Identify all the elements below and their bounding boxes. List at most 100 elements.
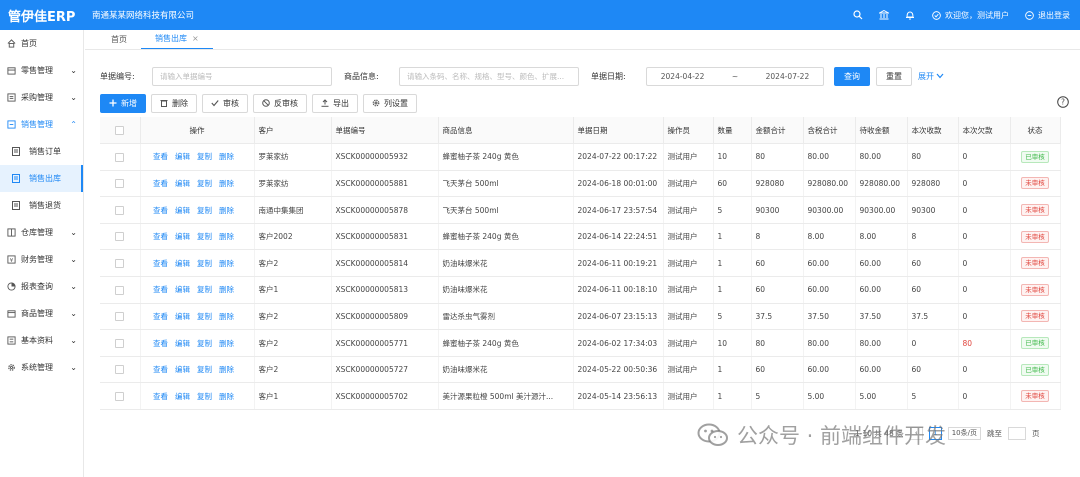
row-op-view-link[interactable]: 查看 <box>153 259 168 268</box>
row-op-copy-link[interactable]: 复制 <box>197 259 212 268</box>
row-op-copy-link[interactable]: 复制 <box>197 365 212 374</box>
column-header[interactable]: 操作员 <box>663 117 714 145</box>
audit-button[interactable]: 审核 <box>202 94 248 113</box>
row-op-copy-link[interactable]: 复制 <box>197 232 212 241</box>
delete-button[interactable]: 删除 <box>151 94 197 113</box>
row-op-edit-link[interactable]: 编辑 <box>175 259 190 268</box>
doc-no-input[interactable]: 请输入单据编号 <box>152 66 332 86</box>
sidebar-subitem-sales-return[interactable]: 销售退货 <box>0 192 83 219</box>
row-op-delete-link[interactable]: 删除 <box>219 206 234 215</box>
query-button[interactable]: 查询 <box>834 66 870 86</box>
row-op-edit-link[interactable]: 编辑 <box>175 206 190 215</box>
row-checkbox[interactable] <box>100 223 141 251</box>
row-checkbox[interactable] <box>100 196 141 224</box>
row-op-view-link[interactable]: 查看 <box>153 312 168 321</box>
sidebar-item-sales[interactable]: 销售管理 ⌃ <box>0 111 83 138</box>
row-op-view-link[interactable]: 查看 <box>153 285 168 294</box>
goto-input[interactable] <box>1007 426 1026 440</box>
row-op-delete-link[interactable]: 删除 <box>219 285 234 294</box>
row-op-view-link[interactable]: 查看 <box>153 206 168 215</box>
row-op-copy-link[interactable]: 复制 <box>197 339 212 348</box>
date-range-picker[interactable]: 2024-04-22 ~ 2024-07-22 <box>646 66 824 86</box>
logout-button[interactable]: 退出登录 <box>1023 9 1070 21</box>
row-op-view-link[interactable]: 查看 <box>153 232 168 241</box>
row-op-edit-link[interactable]: 编辑 <box>175 392 190 401</box>
bank-icon[interactable] <box>878 9 890 21</box>
tab-sales-outbound[interactable]: 销售出库 × <box>141 29 213 49</box>
export-button[interactable]: 导出 <box>312 94 358 113</box>
sidebar-item-warehouse[interactable]: 仓库管理 ⌄ <box>0 219 83 246</box>
row-op-copy-link[interactable]: 复制 <box>197 392 212 401</box>
column-settings-button[interactable]: 列设置 <box>363 94 417 113</box>
row-op-edit-link[interactable]: 编辑 <box>175 152 190 161</box>
bell-icon[interactable] <box>904 9 916 21</box>
column-header[interactable]: 单据编号 <box>331 117 439 145</box>
row-checkbox[interactable] <box>100 356 141 384</box>
column-header[interactable]: 客户 <box>254 117 332 145</box>
sidebar-item-goods[interactable]: 商品管理 ⌄ <box>0 300 83 327</box>
row-op-delete-link[interactable]: 删除 <box>219 179 234 188</box>
sidebar-item-system[interactable]: 系统管理 ⌄ <box>0 354 83 381</box>
column-header[interactable]: 本次欠款 <box>958 117 1011 145</box>
row-op-view-link[interactable]: 查看 <box>153 365 168 374</box>
column-header[interactable]: 状态 <box>1010 117 1061 145</box>
sidebar-item-basic[interactable]: 基本资料 ⌄ <box>0 327 83 354</box>
help-icon[interactable]: ? <box>1057 96 1069 108</box>
column-header[interactable]: 金额合计 <box>751 117 804 145</box>
sidebar-item-finance[interactable]: ¥ 财务管理 ⌄ <box>0 246 83 273</box>
row-op-edit-link[interactable]: 编辑 <box>175 339 190 348</box>
row-op-copy-link[interactable]: 复制 <box>197 152 212 161</box>
column-header[interactable]: 数量 <box>713 117 752 145</box>
row-op-delete-link[interactable]: 删除 <box>219 312 234 321</box>
row-checkbox[interactable] <box>100 329 141 357</box>
select-all-checkbox[interactable] <box>100 117 141 145</box>
row-op-edit-link[interactable]: 编辑 <box>175 179 190 188</box>
row-op-view-link[interactable]: 查看 <box>153 392 168 401</box>
row-checkbox[interactable] <box>100 143 141 171</box>
sidebar-subitem-sales-order[interactable]: 销售订单 <box>0 138 83 165</box>
page-number[interactable]: 1 <box>928 426 942 440</box>
sidebar-item-retail[interactable]: 零售管理 ⌄ <box>0 57 83 84</box>
sidebar-item-purchase[interactable]: 采购管理 ⌄ <box>0 84 83 111</box>
sidebar-item-report[interactable]: 报表查询 ⌄ <box>0 273 83 300</box>
row-op-delete-link[interactable]: 删除 <box>219 339 234 348</box>
row-checkbox[interactable] <box>100 382 141 411</box>
tab-home[interactable]: 首页 <box>97 29 141 49</box>
row-op-edit-link[interactable]: 编辑 <box>175 232 190 241</box>
per-page-select[interactable]: 10条/页 <box>947 426 981 440</box>
app-logo[interactable]: 管伊佳ERP <box>0 6 84 25</box>
row-op-edit-link[interactable]: 编辑 <box>175 312 190 321</box>
row-checkbox[interactable] <box>100 276 141 304</box>
row-op-delete-link[interactable]: 删除 <box>219 152 234 161</box>
reset-button[interactable]: 重置 <box>876 66 912 86</box>
row-op-copy-link[interactable]: 复制 <box>197 206 212 215</box>
add-button[interactable]: 新增 <box>100 94 146 113</box>
row-op-delete-link[interactable]: 删除 <box>219 232 234 241</box>
row-checkbox[interactable] <box>100 249 141 278</box>
sidebar-item-home[interactable]: 首页 <box>0 30 83 57</box>
row-op-delete-link[interactable]: 删除 <box>219 392 234 401</box>
column-header[interactable]: 含税合计 <box>803 117 856 145</box>
row-op-delete-link[interactable]: 删除 <box>219 259 234 268</box>
column-header[interactable]: 单据日期 <box>573 117 664 145</box>
row-op-copy-link[interactable]: 复制 <box>197 179 212 188</box>
expand-link[interactable]: 展开 <box>918 71 944 82</box>
row-op-view-link[interactable]: 查看 <box>153 339 168 348</box>
row-op-edit-link[interactable]: 编辑 <box>175 285 190 294</box>
goods-input[interactable]: 请输入条码、名称、规格、型号、颜色、扩展... <box>399 66 579 86</box>
row-checkbox[interactable] <box>100 170 141 198</box>
sidebar-subitem-sales-outbound[interactable]: 销售出库 <box>0 165 83 192</box>
row-op-view-link[interactable]: 查看 <box>153 152 168 161</box>
welcome-user[interactable]: 欢迎您，测试用户 <box>930 9 1009 21</box>
close-icon[interactable]: × <box>192 34 199 43</box>
prev-page-button[interactable]: ‹ <box>909 426 923 440</box>
row-op-copy-link[interactable]: 复制 <box>197 285 212 294</box>
column-header[interactable]: 待收金额 <box>855 117 908 145</box>
unaudit-button[interactable]: 反审核 <box>253 94 307 113</box>
date-start[interactable]: 2024-04-22 <box>661 72 705 81</box>
search-icon[interactable] <box>852 9 864 21</box>
row-op-view-link[interactable]: 查看 <box>153 179 168 188</box>
date-end[interactable]: 2024-07-22 <box>766 72 810 81</box>
column-header[interactable]: 本次收款 <box>907 117 959 145</box>
row-checkbox[interactable] <box>100 303 141 331</box>
